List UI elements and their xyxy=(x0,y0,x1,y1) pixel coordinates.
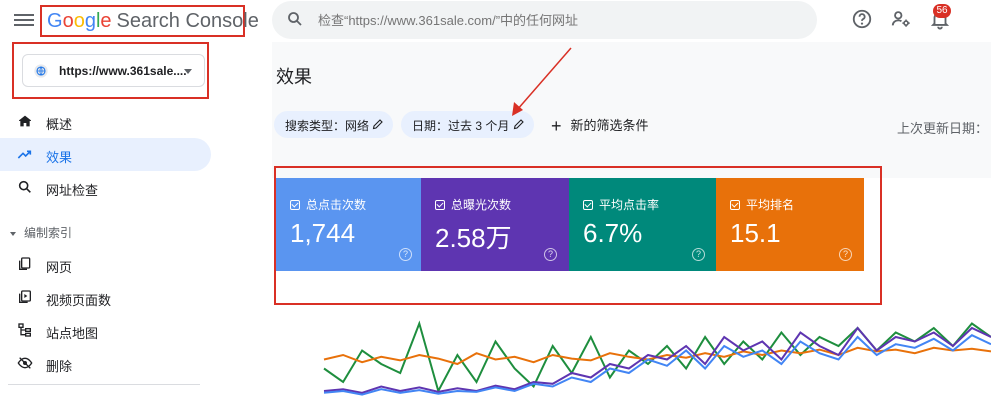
sidebar-item-label: 视频页面数 xyxy=(46,293,112,308)
logo-product-name: Search Console xyxy=(116,10,259,32)
property-url: https://www.361sale.... xyxy=(59,64,187,78)
trending-up-icon xyxy=(17,150,32,159)
metric-average-ctr[interactable]: 平均点击率 6.7% ? xyxy=(569,178,717,271)
globe-icon xyxy=(34,64,48,78)
sidebar-item-label: 网址检查 xyxy=(46,183,99,198)
sidebar-item-url-inspection[interactable]: 网址检查 xyxy=(0,171,211,204)
sidebar-item-removals[interactable]: 删除 xyxy=(0,347,211,380)
menu-icon[interactable] xyxy=(14,11,34,29)
page-title: 效果 xyxy=(276,67,312,87)
add-filter-button[interactable]: + 新的筛选条件 xyxy=(551,115,649,137)
help-icon[interactable]: ? xyxy=(399,248,412,261)
manage-users-icon[interactable] xyxy=(890,8,912,30)
sidebar-divider xyxy=(8,384,200,385)
search-console-logo[interactable]: Google Search Console xyxy=(40,5,259,37)
sidebar-item-overview[interactable]: 概述 xyxy=(0,105,211,138)
performance-chart[interactable] xyxy=(272,300,991,400)
checkbox-icon[interactable] xyxy=(583,200,593,210)
help-icon[interactable] xyxy=(851,8,873,30)
property-selector-highlight: https://www.361sale.... xyxy=(12,42,209,99)
search-icon xyxy=(288,12,302,26)
sidebar-item-label: 删除 xyxy=(46,359,73,374)
sidebar-item-label: 站点地图 xyxy=(46,326,99,341)
home-icon xyxy=(19,115,31,127)
sidebar-item-performance[interactable]: 效果 xyxy=(0,138,211,171)
sidebar-item-sitemaps[interactable]: 站点地图 xyxy=(0,314,211,347)
checkbox-icon[interactable] xyxy=(435,200,445,210)
chip-label: 搜索类型：网络 xyxy=(285,119,370,133)
sidebar-item-pages[interactable]: 网页 xyxy=(0,248,211,281)
notification-badge: 56 xyxy=(933,4,951,18)
url-inspection-search[interactable] xyxy=(272,1,817,39)
help-icon[interactable]: ? xyxy=(544,248,557,261)
metric-average-position[interactable]: 平均排名 15.1 ? xyxy=(716,178,864,271)
help-icon[interactable]: ? xyxy=(839,248,852,261)
pages-icon xyxy=(19,257,31,270)
metric-value: 2.58万 xyxy=(435,223,512,253)
search-icon xyxy=(18,180,31,193)
checkbox-icon[interactable] xyxy=(290,200,300,210)
sidebar-item-label: 网页 xyxy=(46,260,73,275)
sidebar-item-label: 效果 xyxy=(46,150,73,165)
last-updated-label: 上次更新日期： xyxy=(897,121,989,136)
sidebar-item-label: 概述 xyxy=(46,117,73,132)
top-bar: GoogleSearch Console 56 xyxy=(0,0,991,42)
sidebar: https://www.361sale.... 概述 效果 网址检查 编制索引 … xyxy=(0,42,270,400)
search-input[interactable] xyxy=(318,10,798,30)
metric-total-impressions[interactable]: 总曝光次数 2.58万 ? xyxy=(421,178,569,271)
metric-value: 15.1 xyxy=(730,218,781,248)
sitemap-icon xyxy=(18,323,31,337)
edit-icon[interactable] xyxy=(372,118,384,130)
section-indexing[interactable]: 编制索引 xyxy=(10,224,72,241)
help-icon[interactable]: ? xyxy=(692,248,705,261)
plus-icon: + xyxy=(551,116,562,136)
video-pages-icon xyxy=(19,290,31,303)
chevron-down-icon xyxy=(10,231,16,236)
filter-chip-search-type[interactable]: 搜索类型：网络 xyxy=(274,111,393,138)
property-selector[interactable]: https://www.361sale.... xyxy=(22,54,205,87)
chip-label: 日期：过去 3 个月 xyxy=(412,119,510,133)
checkbox-icon[interactable] xyxy=(730,200,740,210)
filter-chip-date[interactable]: 日期：过去 3 个月 xyxy=(401,111,534,138)
metric-value: 1,744 xyxy=(290,218,356,248)
chevron-down-icon xyxy=(184,69,192,74)
metric-value: 6.7% xyxy=(583,218,643,248)
edit-icon[interactable] xyxy=(513,118,525,130)
removals-icon xyxy=(17,357,33,369)
metric-total-clicks[interactable]: 总点击次数 1,744 ? xyxy=(276,178,424,271)
series-line-3 xyxy=(323,334,991,396)
sidebar-item-video-pages[interactable]: 视频页面数 xyxy=(0,281,211,314)
